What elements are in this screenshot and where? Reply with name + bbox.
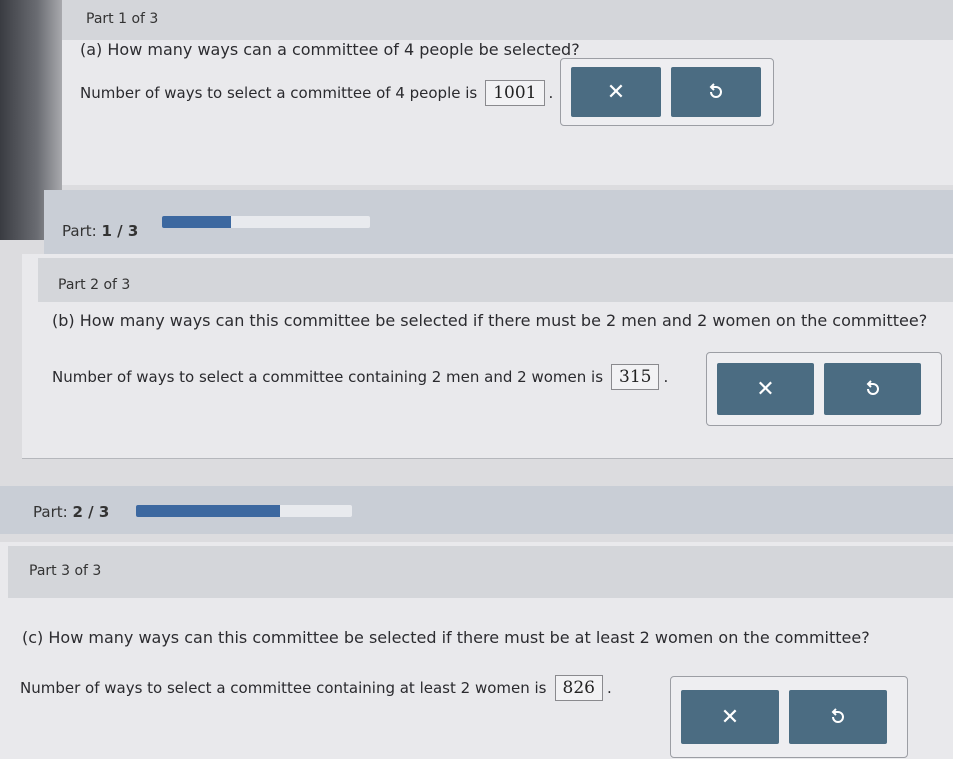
part-2-header-label: Part 2 of 3 (58, 277, 131, 293)
progress-1-prefix: Part: (62, 222, 97, 240)
part-3-answer-input[interactable]: 826 (554, 675, 603, 701)
x-icon: ✕ (720, 704, 740, 730)
part-1-button-group: ✕ (560, 58, 774, 126)
part-2-answer-suffix: . (663, 368, 669, 386)
part-1-header-label: Part 1 of 3 (86, 11, 159, 27)
progress-1-fill (162, 216, 232, 228)
part-2-question: (b) How many ways can this committee be … (52, 311, 928, 330)
part-2-header: Part 2 of 3 (38, 258, 953, 302)
part-1-answer-input[interactable]: 1001 (485, 80, 545, 106)
part-3-undo-button[interactable] (789, 690, 887, 744)
progress-1-value: 1 / 3 (101, 222, 139, 240)
part-1-answer-prefix: Number of ways to select a committee of … (80, 84, 478, 102)
part-1-answer-suffix: . (548, 84, 554, 102)
part-2-answer-row: Number of ways to select a committee con… (52, 364, 668, 390)
part-2-clear-button[interactable]: ✕ (717, 363, 814, 415)
part-3-answer-row: Number of ways to select a committee con… (20, 675, 612, 701)
x-icon: ✕ (756, 376, 775, 402)
part-2-button-group: ✕ (706, 352, 942, 426)
part-2-answer-input[interactable]: 315 (611, 364, 660, 390)
part-3-question: (c) How many ways can this committee be … (22, 628, 870, 647)
progress-2-fill (136, 505, 281, 517)
part-3-answer-prefix: Number of ways to select a committee con… (20, 679, 547, 697)
progress-2-prefix: Part: (33, 503, 68, 521)
progress-1-label: Part: 1 / 3 (62, 222, 138, 240)
progress-2-track (136, 505, 352, 517)
part-3-button-group: ✕ (670, 676, 908, 758)
undo-icon (709, 83, 722, 98)
part-1-undo-button[interactable] (671, 67, 761, 117)
part-3-answer-suffix: . (606, 679, 612, 697)
part-1-header: Part 1 of 3 (62, 0, 953, 40)
part-3-header-label: Part 3 of 3 (29, 563, 102, 579)
part-2-undo-button[interactable] (824, 363, 921, 415)
part-2-answer-prefix: Number of ways to select a committee con… (52, 368, 604, 386)
progress-1-track (162, 216, 370, 228)
progress-2-value: 2 / 3 (72, 503, 110, 521)
x-icon: ✕ (606, 79, 626, 105)
part-2-divider (22, 458, 953, 459)
undo-icon (866, 380, 879, 395)
part-1-answer-row: Number of ways to select a committee of … (80, 80, 553, 106)
undo-icon (831, 708, 844, 723)
part-3-clear-button[interactable]: ✕ (681, 690, 779, 744)
part-1-question: (a) How many ways can a committee of 4 p… (80, 40, 580, 59)
part-1-clear-button[interactable]: ✕ (571, 67, 661, 117)
part-3-header: Part 3 of 3 (8, 546, 953, 598)
progress-2-label: Part: 2 / 3 (33, 503, 109, 521)
